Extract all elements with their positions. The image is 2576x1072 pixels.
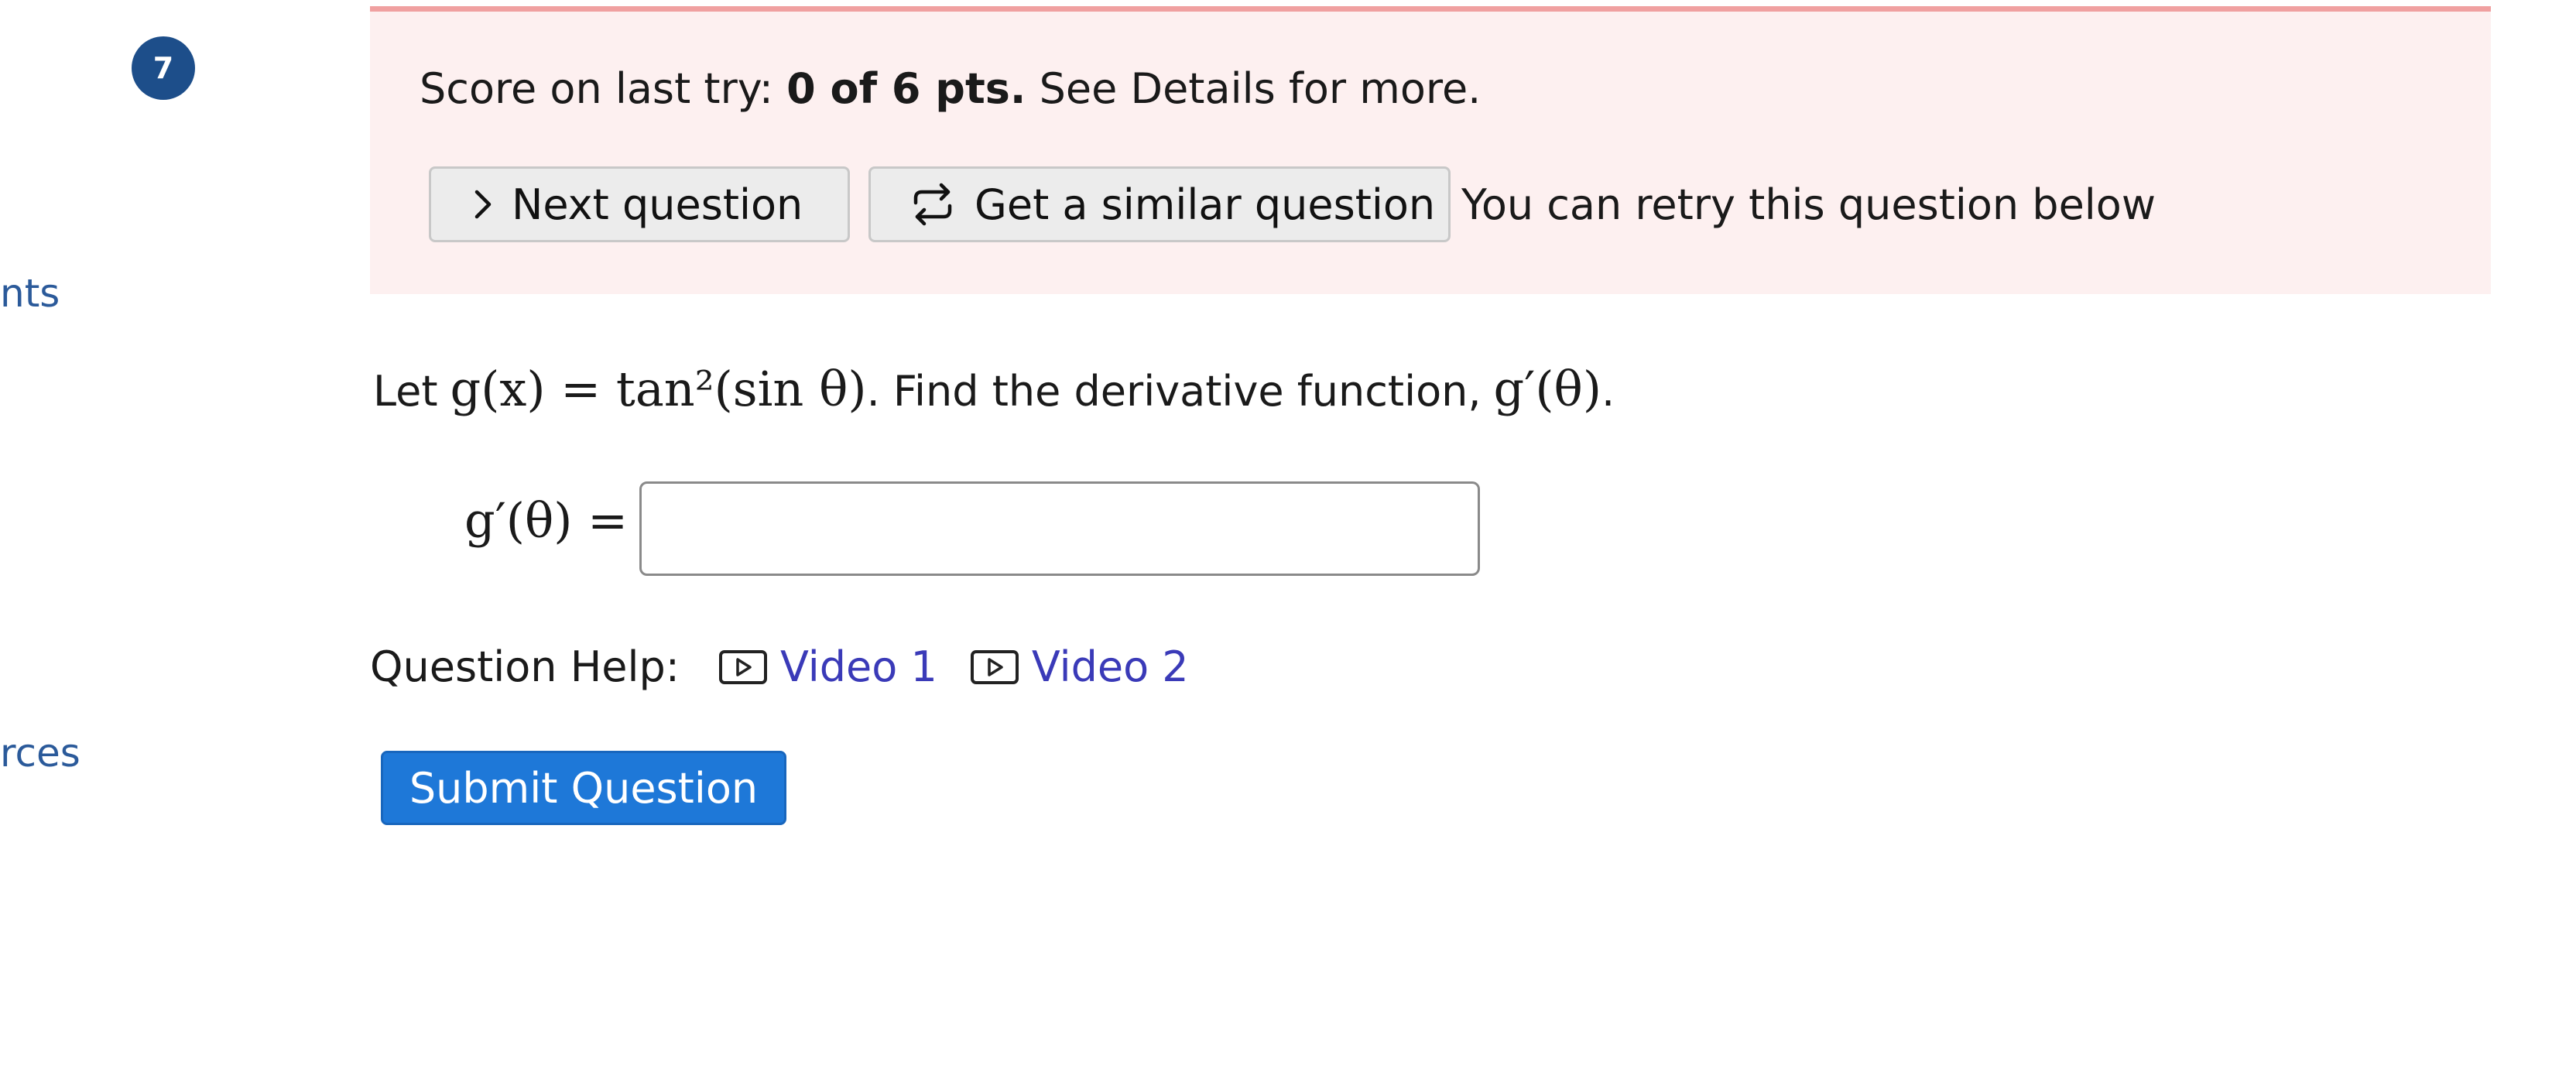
video-1-link[interactable]: Video 1 [718,642,937,691]
derivative-target: g′(θ) [1493,361,1602,417]
sidebar-link-assignments[interactable]: nts [0,271,60,316]
sidebar-link-resources[interactable]: rces [0,731,80,776]
score-value: 0 of 6 pts. [786,64,1026,113]
submit-question-button[interactable]: Submit Question [381,751,786,825]
next-question-button[interactable]: Next question [429,166,850,242]
question-number-badge: 7 [132,36,195,100]
video-play-icon [970,649,1019,684]
video-1-label: Video 1 [780,642,937,691]
problem-statement: Let g(x) = tan²(sin θ) . Find the deriva… [373,361,1615,417]
question-help-label: Question Help: [370,642,680,691]
score-banner: Score on last try: 0 of 6 pts. See Detai… [370,6,2491,294]
similar-question-label: Get a similar question [975,180,1436,229]
problem-lead: Let [373,367,438,416]
video-2-label: Video 2 [1031,642,1189,691]
answer-input[interactable] [639,481,1480,576]
score-prefix: Score on last try: [420,64,773,113]
problem-end: . [1601,367,1615,416]
function-definition: g(x) = tan²(sin θ) [450,361,867,417]
video-2-link[interactable]: Video 2 [970,642,1189,691]
question-help: Question Help: Video 1 Video 2 [370,642,1221,691]
problem-middle: . Find the derivative function, [866,367,1482,416]
answer-label: g′(θ) = [464,492,629,549]
repeat-arrows-icon [913,183,952,226]
video-play-icon [719,649,767,684]
score-line: Score on last try: 0 of 6 pts. See Detai… [420,64,1481,113]
retry-message: You can retry this question below [1461,180,2156,229]
next-question-label: Next question [512,180,803,229]
chevron-right-icon [474,190,492,219]
similar-question-button[interactable]: Get a similar question [868,166,1451,242]
score-suffix: See Details for more. [1039,64,1482,113]
